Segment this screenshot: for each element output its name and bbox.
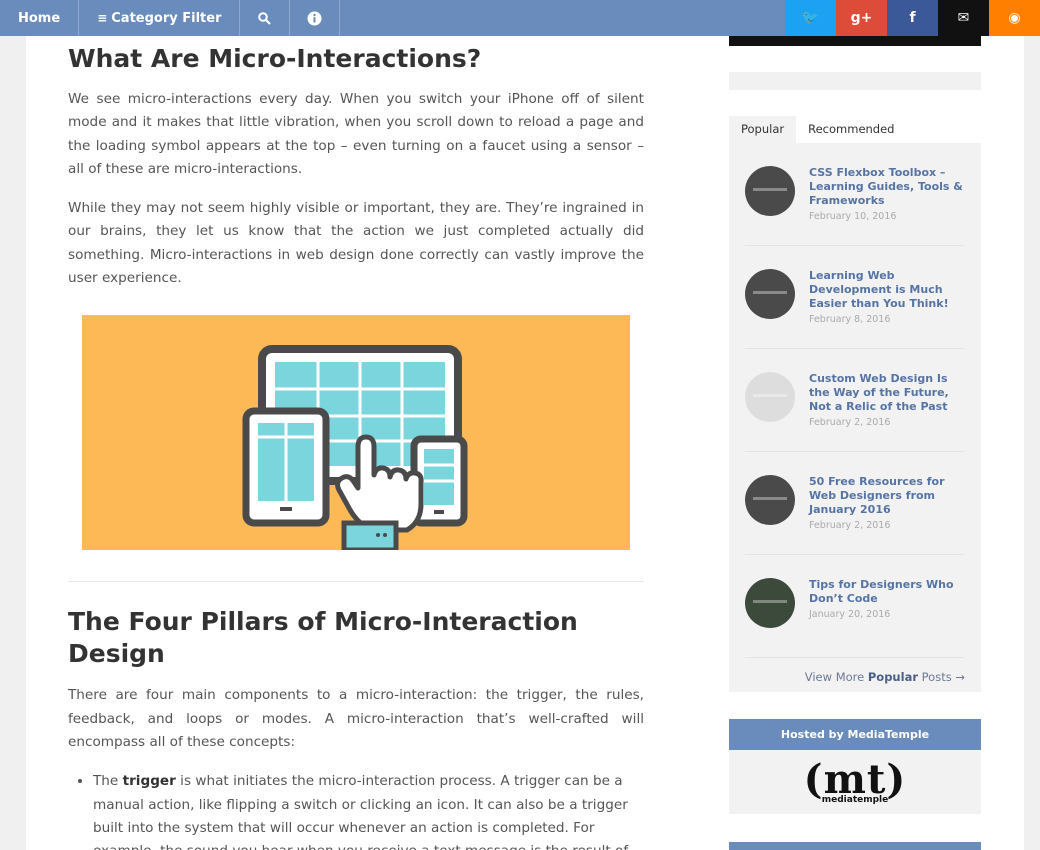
top-navigation-bar: Home ≡ Category Filter 🐦 g+ f ✉ ◉ <box>0 0 1040 36</box>
twitter-icon[interactable]: 🐦 <box>785 0 836 36</box>
list-item[interactable]: Custom Web Design Is the Way of the Futu… <box>745 349 965 452</box>
post-date: February 2, 2016 <box>809 520 891 531</box>
view-more-popular-link[interactable]: View More Popular Posts → <box>745 658 965 684</box>
nav-home[interactable]: Home <box>0 0 80 36</box>
tab-popular[interactable]: Popular <box>729 116 797 143</box>
post-date: January 20, 2016 <box>809 609 891 620</box>
sidebar-next-widget-header <box>729 842 981 850</box>
post-thumbnail[interactable] <box>745 166 795 216</box>
hosted-by-widget: Hosted by MediaTemple (mt) mediatemple <box>729 719 981 814</box>
paragraph-components: There are four main components to a micr… <box>68 687 644 750</box>
post-title[interactable]: Learning Web Development is Much Easier … <box>809 269 965 311</box>
google-plus-icon[interactable]: g+ <box>836 0 887 36</box>
sidebar-grey-bar <box>729 72 981 90</box>
heading-four-pillars: The Four Pillars of Micro-Interaction De… <box>68 607 578 669</box>
posts-list: CSS Flexbox Toolbox – Learning Guides, T… <box>729 143 981 692</box>
pillars-list: The trigger is what initiates the micro-… <box>93 770 644 850</box>
search-icon[interactable] <box>240 0 291 36</box>
mediatemple-logo[interactable]: (mt) mediatemple <box>729 750 981 814</box>
hosted-title: Hosted by MediaTemple <box>729 719 981 750</box>
post-title[interactable]: 50 Free Resources for Web Designers from… <box>809 475 965 517</box>
section-divider <box>68 581 644 583</box>
post-date: February 2, 2016 <box>809 417 891 428</box>
hero-illustration <box>82 315 630 553</box>
post-title[interactable]: CSS Flexbox Toolbox – Learning Guides, T… <box>809 166 965 208</box>
sidebar-black-bar <box>729 36 981 46</box>
list-item[interactable]: Learning Web Development is Much Easier … <box>745 246 965 349</box>
post-thumbnail[interactable] <box>745 269 795 319</box>
article-column: What Are Micro-Interactions? We see micr… <box>26 36 686 850</box>
sidebar: Popular Recommended CSS Flexbox Toolbox … <box>686 36 1024 850</box>
heading-micro-interactions: What Are Micro-Interactions? <box>68 44 482 73</box>
list-item-trigger: The trigger is what initiates the micro-… <box>93 770 644 850</box>
social-links: 🐦 g+ f ✉ ◉ <box>785 0 1040 36</box>
paragraph-importance: While they may not seem highly visible o… <box>68 200 644 287</box>
post-date: February 10, 2016 <box>809 211 897 222</box>
post-thumbnail[interactable] <box>745 578 795 628</box>
menu-icon: ≡ <box>97 11 108 25</box>
posts-widget: Popular Recommended CSS Flexbox Toolbox … <box>729 116 981 692</box>
list-item[interactable]: CSS Flexbox Toolbox – Learning Guides, T… <box>745 143 965 246</box>
rss-icon[interactable]: ◉ <box>989 0 1040 36</box>
post-thumbnail[interactable] <box>745 372 795 422</box>
post-title[interactable]: Custom Web Design Is the Way of the Futu… <box>809 372 965 414</box>
nav-category-filter[interactable]: ≡ Category Filter <box>79 0 241 36</box>
paragraph-intro: We see micro-interactions every day. Whe… <box>68 91 644 177</box>
posts-tabs: Popular Recommended <box>729 116 981 143</box>
list-item[interactable]: 50 Free Resources for Web Designers from… <box>745 452 965 555</box>
list-item[interactable]: Tips for Designers Who Don’t Code January… <box>745 555 965 658</box>
info-icon[interactable] <box>290 0 341 36</box>
post-title[interactable]: Tips for Designers Who Don’t Code <box>809 578 965 606</box>
tab-recommended[interactable]: Recommended <box>796 116 906 143</box>
email-icon[interactable]: ✉ <box>938 0 989 36</box>
article-body: What Are Micro-Interactions? We see micr… <box>68 36 644 850</box>
post-date: February 8, 2016 <box>809 314 891 325</box>
nav-category-label: Category Filter <box>111 10 222 26</box>
post-thumbnail[interactable] <box>745 475 795 525</box>
facebook-icon[interactable]: f <box>887 0 938 36</box>
